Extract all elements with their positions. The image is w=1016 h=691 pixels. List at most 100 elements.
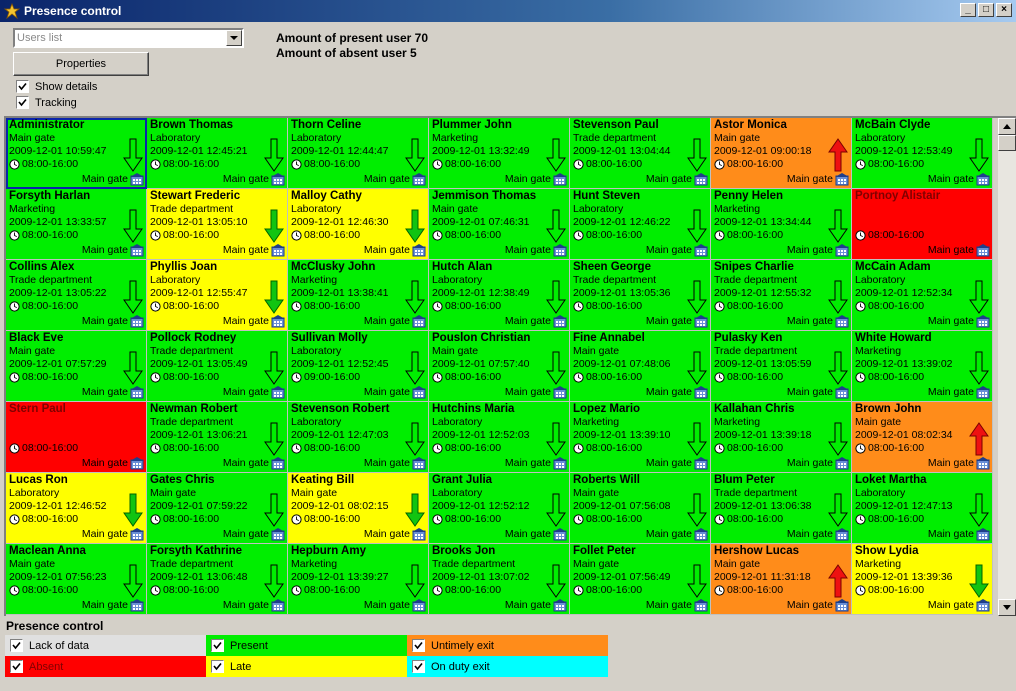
legend-item-late[interactable]: Late: [206, 656, 407, 677]
show-details-checkbox[interactable]: [16, 80, 29, 93]
user-cell[interactable]: Administrator Main gate 2009-12-01 10:59:4…: [6, 118, 147, 189]
vertical-scrollbar[interactable]: [998, 118, 1016, 616]
user-cell[interactable]: Plummer John Marketing 2009-12-01 13:32:49…: [429, 118, 570, 189]
user-cell[interactable]: Follet Peter Main gate 2009-12-01 07:56:49…: [570, 544, 711, 615]
user-cell[interactable]: Snipes Charlie Trade department 2009-12-01…: [711, 260, 852, 331]
scroll-thumb[interactable]: [998, 135, 1016, 151]
legend-item-lack[interactable]: Lack of data: [5, 635, 206, 656]
user-cell[interactable]: Hutch Alan Laboratory 2009-12-01 12:38:49 0…: [429, 260, 570, 331]
gate-label: Main gate: [504, 457, 551, 469]
user-department: Marketing: [714, 203, 761, 215]
user-cell[interactable]: Forsyth Harlan Marketing 2009-12-01 13:33:…: [6, 189, 147, 260]
user-department: Laboratory: [150, 132, 201, 144]
legend-checkbox[interactable]: [412, 660, 425, 673]
user-cell[interactable]: Stevenson Robert Laboratory 2009-12-01 12:…: [288, 402, 429, 473]
event-time: 2009-12-01 08:02:15: [291, 500, 389, 512]
user-cell[interactable]: Blum Peter Trade department 2009-12-01 13:…: [711, 473, 852, 544]
gate-label: Main gate: [222, 315, 269, 327]
shift: 08:00-16:00: [432, 584, 501, 596]
user-cell[interactable]: McClusky John Marketing 2009-12-01 13:38:4…: [288, 260, 429, 331]
minimize-button[interactable]: _: [960, 3, 976, 17]
user-cell[interactable]: Astor Monica Main gate 2009-12-01 09:00:18…: [711, 118, 852, 189]
user-cell[interactable]: Sullivan Molly Laboratory 2009-12-01 12:52…: [288, 331, 429, 402]
shift-hours: 08:00-16:00: [868, 371, 925, 383]
user-cell[interactable]: Brown Thomas Laboratory 2009-12-01 12:45:2…: [147, 118, 288, 189]
user-cell[interactable]: Pouslon Christian Main gate 2009-12-01 07:…: [429, 331, 570, 402]
shift-hours: 08:00-16:00: [304, 442, 361, 454]
user-cell[interactable]: Hunt Steven Laboratory 2009-12-01 12:46:22…: [570, 189, 711, 260]
user-cell[interactable]: Gates Chris Main gate 2009-12-01 07:59:22 0…: [147, 473, 288, 544]
grid-row: Lucas Ron Laboratory 2009-12-01 12:46:52 08…: [6, 473, 994, 544]
user-cell[interactable]: Loket Martha Laboratory 2009-12-01 12:47:1…: [852, 473, 993, 544]
scroll-down-button[interactable]: [998, 599, 1016, 616]
user-cell[interactable]: Portnoy Alistair 08:00-16:00 Main gate: [852, 189, 993, 260]
user-cell[interactable]: Hepburn Amy Marketing 2009-12-01 13:39:27 0…: [288, 544, 429, 615]
user-cell[interactable]: Jemmison Thomas Main gate 2009-12-01 07:46…: [429, 189, 570, 260]
user-cell[interactable]: Sheen George Trade department 2009-12-01 1…: [570, 260, 711, 331]
user-cell[interactable]: McCain Adam Laboratory 2009-12-01 12:52:34…: [852, 260, 993, 331]
legend-item-on_duty[interactable]: On duty exit: [407, 656, 608, 677]
user-cell[interactable]: Brown John Main gate 2009-12-01 08:02:34 08…: [852, 402, 993, 473]
show-details-row[interactable]: Show details: [16, 80, 97, 93]
user-cell[interactable]: White Howard Marketing 2009-12-01 13:39:02…: [852, 331, 993, 402]
user-cell[interactable]: Forsyth Kathrine Trade department 2009-12-…: [147, 544, 288, 615]
legend-checkbox[interactable]: [10, 660, 23, 673]
scroll-up-button[interactable]: [998, 118, 1016, 135]
user-cell[interactable]: Black Eve Main gate 2009-12-01 07:57:29 08:…: [6, 331, 147, 402]
user-name: Brown Thomas: [150, 119, 234, 131]
user-cell[interactable]: Hutchins Maria Laboratory 2009-12-01 12:52…: [429, 402, 570, 473]
close-button[interactable]: ×: [996, 3, 1012, 17]
user-cell[interactable]: Pulasky Ken Trade department 2009-12-01 13…: [711, 331, 852, 402]
legend-item-absent[interactable]: Absent: [5, 656, 206, 677]
user-cell[interactable]: Lucas Ron Laboratory 2009-12-01 12:46:52 08…: [6, 473, 147, 544]
shift: 08:00-16:00: [150, 229, 219, 241]
legend-checkbox[interactable]: [211, 660, 224, 673]
user-cell[interactable]: Roberts Will Main gate 2009-12-01 07:56:08…: [570, 473, 711, 544]
shift: 08:00-16:00: [150, 584, 219, 596]
user-cell[interactable]: Penny Helen Marketing 2009-12-01 13:34:44 0…: [711, 189, 852, 260]
dropdown-button[interactable]: [226, 30, 242, 46]
user-cell[interactable]: Grant Julia Laboratory 2009-12-01 12:52:12…: [429, 473, 570, 544]
user-cell[interactable]: Phyllis Joan Laboratory 2009-12-01 12:55:4…: [147, 260, 288, 331]
shift-hours: 08:00-16:00: [22, 442, 79, 454]
gate-icon: [412, 173, 426, 186]
user-cell[interactable]: Maclean Anna Main gate 2009-12-01 07:56:23…: [6, 544, 147, 615]
user-cell[interactable]: Malloy Cathy Laboratory 2009-12-01 12:46:3…: [288, 189, 429, 260]
legend-item-present[interactable]: Present: [206, 635, 407, 656]
legend-checkbox[interactable]: [10, 639, 23, 652]
user-cell[interactable]: Fine Annabel Main gate 2009-12-01 07:48:06…: [570, 331, 711, 402]
user-cell[interactable]: Newman Robert Trade department 2009-12-01 …: [147, 402, 288, 473]
maximize-button[interactable]: □: [978, 3, 994, 17]
user-name: Pouslon Christian: [432, 332, 531, 344]
user-cell[interactable]: Hershow Lucas Main gate 2009-12-01 11:31:1…: [711, 544, 852, 615]
gate-icon: [271, 386, 285, 399]
user-cell[interactable]: Stewart Frederic Trade department 2009-12-…: [147, 189, 288, 260]
gate-label: Main gate: [786, 528, 833, 540]
tracking-row[interactable]: Tracking: [16, 96, 77, 109]
gate-label: Main gate: [222, 457, 269, 469]
shift-hours: 08:00-16:00: [163, 442, 220, 454]
user-cell[interactable]: Collins Alex Trade department 2009-12-01 1…: [6, 260, 147, 331]
user-cell[interactable]: Thorn Celine Laboratory 2009-12-01 12:44:4…: [288, 118, 429, 189]
user-department: Marketing: [714, 416, 761, 428]
user-department: Main gate: [855, 416, 902, 428]
user-cell[interactable]: Stevenson Paul Trade department 2009-12-01…: [570, 118, 711, 189]
properties-button[interactable]: Properties: [13, 52, 149, 76]
users-list-dropdown[interactable]: Users list: [13, 28, 244, 48]
gate-icon: [694, 599, 708, 612]
legend-item-untimely[interactable]: Untimely exit: [407, 635, 608, 656]
user-cell[interactable]: Keating Bill Main gate 2009-12-01 08:02:15…: [288, 473, 429, 544]
user-cell[interactable]: Stern Paul 08:00-16:00 Main gate: [6, 402, 147, 473]
legend-checkbox[interactable]: [211, 639, 224, 652]
user-cell[interactable]: Kallahan Chris Marketing 2009-12-01 13:39:…: [711, 402, 852, 473]
user-cell[interactable]: Lopez Mario Marketing 2009-12-01 13:39:10 0…: [570, 402, 711, 473]
user-cell[interactable]: Pollock Rodney Trade department 2009-12-01…: [147, 331, 288, 402]
user-cell[interactable]: Show Lydia Marketing 2009-12-01 13:39:36 08…: [852, 544, 993, 615]
user-cell[interactable]: McBain Clyde Laboratory 2009-12-01 12:53:4…: [852, 118, 993, 189]
gate-label: Main gate: [363, 599, 410, 611]
arrow-down-icon: [405, 138, 425, 172]
tracking-checkbox[interactable]: [16, 96, 29, 109]
gate-label: Main gate: [222, 244, 269, 256]
user-cell[interactable]: Brooks Jon Trade department 2009-12-01 13:…: [429, 544, 570, 615]
legend-checkbox[interactable]: [412, 639, 425, 652]
